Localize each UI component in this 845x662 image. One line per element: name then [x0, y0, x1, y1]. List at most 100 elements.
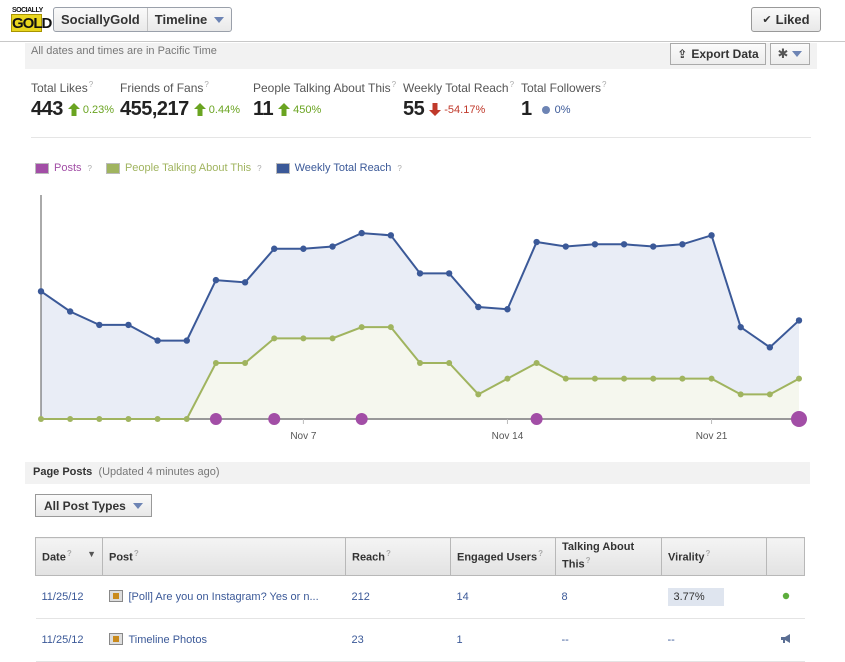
- reach-point: [271, 245, 278, 252]
- chart-legend: Posts? People Talking About This? Weekly…: [35, 162, 402, 174]
- reach-point: [154, 337, 161, 344]
- reach-point: [475, 303, 482, 311]
- stat-label: Total Likes: [31, 81, 88, 95]
- settings-menu-button[interactable]: ✱: [770, 43, 810, 65]
- column-date[interactable]: Date? ▼: [35, 537, 103, 576]
- column-reach[interactable]: Reach?: [345, 537, 451, 576]
- help-icon[interactable]: ?: [706, 549, 711, 558]
- stat-total-likes: Total Likes? 443 0.23%: [31, 80, 114, 121]
- reach-point: [66, 308, 74, 315]
- reach-point: [650, 243, 657, 250]
- post-cell[interactable]: Timeline Photos: [102, 618, 346, 662]
- help-icon[interactable]: ?: [89, 80, 93, 89]
- insights-toolbar: All dates and times are in Pacific Time …: [25, 43, 817, 69]
- reach-point: [358, 229, 365, 237]
- help-icon[interactable]: ?: [204, 80, 208, 89]
- reach-point: [562, 243, 569, 250]
- talking-point: [591, 375, 598, 382]
- help-icon[interactable]: ?: [586, 556, 591, 565]
- column-post[interactable]: Post?: [102, 537, 346, 576]
- column-talking[interactable]: Talking About This?: [555, 537, 662, 576]
- talking-point: [417, 360, 423, 366]
- post-cell[interactable]: [Poll] Are you on Instagram? Yes or n...: [102, 575, 346, 619]
- photo-icon: [108, 633, 123, 646]
- gear-icon: ✱: [777, 46, 789, 61]
- talking-point: [504, 375, 511, 382]
- help-icon[interactable]: ?: [538, 549, 543, 558]
- post-title-link[interactable]: [Poll] Are you on Instagram? Yes or n...: [129, 591, 319, 603]
- arrow-up-icon: [193, 103, 206, 116]
- post-marker: [355, 413, 368, 425]
- stat-change: 450%: [293, 103, 322, 116]
- talking-point: [796, 375, 802, 382]
- reach-point: [737, 323, 744, 331]
- post-reach[interactable]: 212: [345, 575, 451, 619]
- page-posts-title: Page Posts: [33, 466, 93, 478]
- reach-point: [766, 344, 774, 351]
- talking-point: [67, 416, 74, 422]
- talking-point: [96, 416, 103, 422]
- view-selector[interactable]: Timeline: [146, 8, 232, 31]
- post-talking: --: [555, 618, 662, 662]
- column-engaged-users[interactable]: Engaged Users?: [450, 537, 556, 576]
- help-icon[interactable]: ?: [392, 80, 396, 89]
- legend-label: People Talking About This: [124, 162, 252, 174]
- post-reach[interactable]: 23: [345, 618, 451, 662]
- page-posts-header: Page Posts (Updated 4 minutes ago): [25, 462, 810, 484]
- post-marker: [209, 413, 222, 425]
- reach-point: [445, 270, 453, 277]
- page-name-button[interactable]: SociallyGold: [54, 8, 147, 31]
- help-icon[interactable]: ?: [257, 164, 261, 173]
- talking-point: [737, 391, 744, 398]
- post-engaged[interactable]: 14: [450, 575, 556, 619]
- talking-point: [212, 360, 219, 366]
- help-icon[interactable]: ?: [602, 80, 606, 89]
- export-data-button[interactable]: ⇪ Export Data: [670, 43, 766, 65]
- help-icon[interactable]: ?: [67, 549, 72, 558]
- help-icon[interactable]: ?: [88, 164, 92, 173]
- talking-point: [242, 360, 249, 366]
- post-talking[interactable]: 8: [555, 575, 662, 619]
- help-icon[interactable]: ?: [510, 80, 514, 89]
- reach-point: [183, 337, 190, 344]
- column-virality[interactable]: Virality?: [661, 537, 767, 576]
- talking-point: [38, 416, 44, 422]
- post-engaged[interactable]: 1: [450, 618, 556, 662]
- table-row: 11/25/12 Timeline Photos 23 1 -- --: [35, 618, 805, 662]
- arrow-down-icon: [429, 103, 442, 116]
- post-marker: [530, 413, 543, 425]
- help-icon[interactable]: ?: [134, 549, 139, 558]
- column-status: [766, 537, 805, 576]
- legend-label: Posts: [54, 162, 82, 174]
- talking-point: [562, 375, 569, 382]
- post-title-link[interactable]: Timeline Photos: [129, 634, 207, 646]
- stat-weekly-reach: Weekly Total Reach? 55 -54.17%: [403, 80, 514, 121]
- post-type-label: All Post Types: [44, 498, 126, 513]
- stat-total-followers: Total Followers? 1 0%: [521, 80, 606, 121]
- column-label: Engaged Users: [457, 551, 538, 564]
- reach-point: [329, 243, 336, 250]
- post-virality: --: [661, 618, 767, 662]
- help-icon[interactable]: ?: [397, 164, 401, 173]
- column-label: Post: [109, 551, 133, 564]
- reach-point: [125, 321, 132, 329]
- stat-label: People Talking About This: [253, 81, 391, 95]
- reach-point: [212, 276, 220, 284]
- megaphone-icon[interactable]: [780, 633, 792, 644]
- page-posts-table: Date? ▼ Post? Reach? Engaged Users? Talk…: [35, 537, 805, 662]
- post-status-cell[interactable]: [766, 618, 805, 662]
- reach-point: [37, 288, 45, 295]
- legend-posts[interactable]: Posts?: [35, 162, 92, 174]
- post-type-filter[interactable]: All Post Types: [35, 494, 152, 517]
- liked-button[interactable]: ✔ Liked: [751, 7, 821, 32]
- talking-point: [300, 335, 307, 342]
- reach-point: [679, 241, 686, 248]
- legend-talking[interactable]: People Talking About This?: [105, 162, 262, 174]
- column-label: Talking About This: [562, 541, 635, 571]
- reach-point: [416, 270, 424, 277]
- help-icon[interactable]: ?: [386, 549, 391, 558]
- sort-desc-icon[interactable]: ▼: [87, 549, 96, 559]
- legend-reach[interactable]: Weekly Total Reach?: [275, 162, 402, 174]
- talking-point: [446, 360, 453, 366]
- reach-point: [708, 232, 715, 239]
